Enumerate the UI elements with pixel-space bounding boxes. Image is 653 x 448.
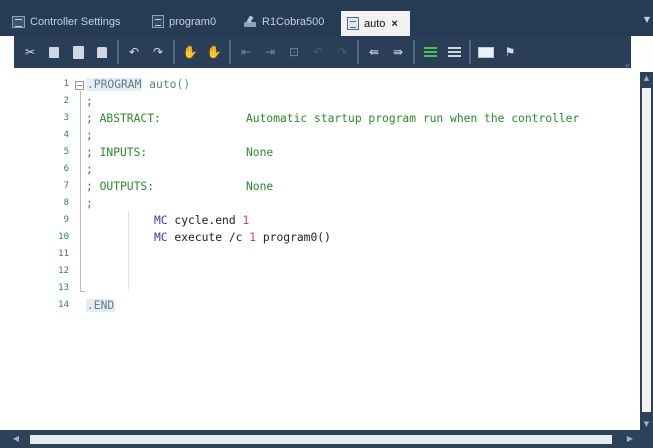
program-doc-icon (347, 17, 359, 30)
toolbar-separator (469, 40, 471, 64)
code-line: ; OUTPUTS: None (86, 178, 273, 195)
tab-list-dropdown-icon[interactable]: ▼ (643, 15, 651, 25)
program-argument: program0() (262, 231, 331, 244)
line-number: 7 (63, 181, 69, 191)
fold-guide-end (80, 291, 85, 292)
monitor-icon[interactable] (476, 41, 496, 63)
hand-stop-icon[interactable]: ✋ (204, 41, 224, 63)
cut-icon[interactable]: ✂ (20, 41, 40, 63)
toolbar-separator (173, 40, 175, 64)
tab-r1cobra500[interactable]: R1Cobra500 (237, 10, 324, 33)
line-number: 12 (58, 266, 69, 276)
scroll-down-icon[interactable]: ▼ (640, 418, 653, 430)
line-number: 9 (63, 215, 69, 225)
scroll-right-icon[interactable]: ▶ (624, 433, 636, 445)
comment-value: None (246, 146, 274, 159)
close-tab-icon[interactable]: × (391, 18, 397, 30)
robot-arm-icon (243, 16, 257, 28)
line-number: 11 (58, 249, 69, 259)
tab-label: Controller Settings (30, 15, 121, 28)
vertical-scroll-thumb[interactable] (642, 88, 651, 412)
line-number: 6 (63, 164, 69, 174)
command: cycle.end (174, 214, 236, 227)
code-line: MC execute /c 1 program0() (154, 229, 331, 246)
outdent-icon[interactable]: ⇚ (364, 41, 384, 63)
code-line: ; (86, 129, 93, 142)
tab-auto[interactable]: auto × (341, 11, 410, 36)
comment-label: ; INPUTS: (86, 146, 148, 159)
hand-icon[interactable]: ✋ (180, 41, 200, 63)
horizontal-scrollbar[interactable]: ◀ ▶ (0, 430, 653, 448)
tab-label: auto (364, 17, 386, 30)
tab-label: R1Cobra500 (262, 15, 325, 28)
program-keyword: .PROGRAM (86, 78, 143, 91)
line-number: 5 (63, 147, 69, 157)
line-number: 13 (58, 283, 69, 293)
code-line: ; (86, 197, 93, 210)
mc-keyword: MC (154, 214, 168, 227)
delete-icon[interactable] (92, 41, 112, 63)
mc-keyword: MC (154, 231, 168, 244)
toolbar-separator (357, 40, 359, 64)
command: execute /c (174, 231, 243, 244)
undo-icon[interactable]: ↶ (124, 41, 144, 63)
indent-icon[interactable]: ⇛ (388, 41, 408, 63)
program-doc-icon (152, 15, 164, 28)
copy-icon[interactable] (44, 41, 64, 63)
document-tab-bar: Controller Settings program0 R1Cobra500 … (0, 0, 653, 36)
redo-green-icon[interactable]: ↷ (332, 41, 352, 63)
end-keyword: .END (86, 299, 116, 312)
undo-green-icon[interactable]: ↶ (308, 41, 328, 63)
step-over-icon[interactable]: ⊡ (284, 41, 304, 63)
tab-controller-settings[interactable]: Controller Settings (6, 10, 121, 33)
line-number: 4 (63, 130, 69, 140)
vertical-scrollbar[interactable]: ▲ ▼ (640, 72, 653, 430)
breakpoint-icon[interactable]: ⇤ (236, 41, 256, 63)
redo-icon[interactable]: ↷ (148, 41, 168, 63)
line-number: 14 (58, 300, 69, 310)
toolbar-separator (117, 40, 119, 64)
number-literal: 1 (242, 214, 250, 227)
flag-icon[interactable]: ⚑ (500, 41, 520, 63)
scroll-left-icon[interactable]: ◀ (10, 433, 22, 445)
code-line: ; (86, 163, 93, 176)
comment-value: None (246, 180, 274, 193)
toolbar-overflow-icon[interactable]: ▾ (625, 62, 630, 72)
toolbar-separator (229, 40, 231, 64)
number-literal: 1 (249, 231, 257, 244)
tab-program0[interactable]: program0 (146, 10, 216, 33)
line-number: 8 (63, 198, 69, 208)
paste-icon[interactable] (68, 41, 88, 63)
comment-value: Automatic startup program run when the c… (246, 112, 580, 125)
settings-grid-icon (12, 15, 25, 28)
code-editor[interactable]: 1 2 3 4 5 6 7 8 9 10 11 12 13 14 − .PROG… (8, 72, 640, 429)
line-number: 1 (63, 79, 69, 89)
toolbar-separator (413, 40, 415, 64)
comment-label: ; ABSTRACT: (86, 112, 161, 125)
scroll-up-icon[interactable]: ▲ (640, 72, 653, 84)
code-line: ; (86, 95, 93, 108)
program-name: auto() (149, 78, 191, 91)
line-number: 2 (63, 96, 69, 106)
line-number: 3 (63, 113, 69, 123)
code-line: .PROGRAM auto() (86, 76, 190, 93)
code-line: ; INPUTS: None (86, 144, 273, 161)
fold-collapse-icon[interactable]: − (75, 81, 84, 90)
horizontal-scroll-thumb[interactable] (30, 435, 612, 444)
code-line: .END (86, 297, 116, 314)
editor-toolbar: ✂ ↶ ↷ ✋ ✋ ⇤ ⇥ ⊡ ↶ ↷ ⇚ ⇛ ⚑ ▾ (0, 36, 653, 72)
fold-guide-line (80, 91, 81, 292)
breakpoint-clear-icon[interactable]: ⇥ (260, 41, 280, 63)
code-line: MC cycle.end 1 (154, 212, 249, 229)
code-line: ; ABSTRACT: Automatic startup program run… (86, 110, 579, 127)
tab-label: program0 (169, 15, 217, 28)
uncomment-icon[interactable] (444, 41, 464, 63)
toolbar-strip: ✂ ↶ ↷ ✋ ✋ ⇤ ⇥ ⊡ ↶ ↷ ⇚ ⇛ ⚑ (14, 36, 631, 68)
line-number: 10 (58, 232, 69, 242)
comment-label: ; OUTPUTS: (86, 180, 155, 193)
indent-guide (128, 212, 129, 290)
comment-icon[interactable] (420, 41, 440, 63)
